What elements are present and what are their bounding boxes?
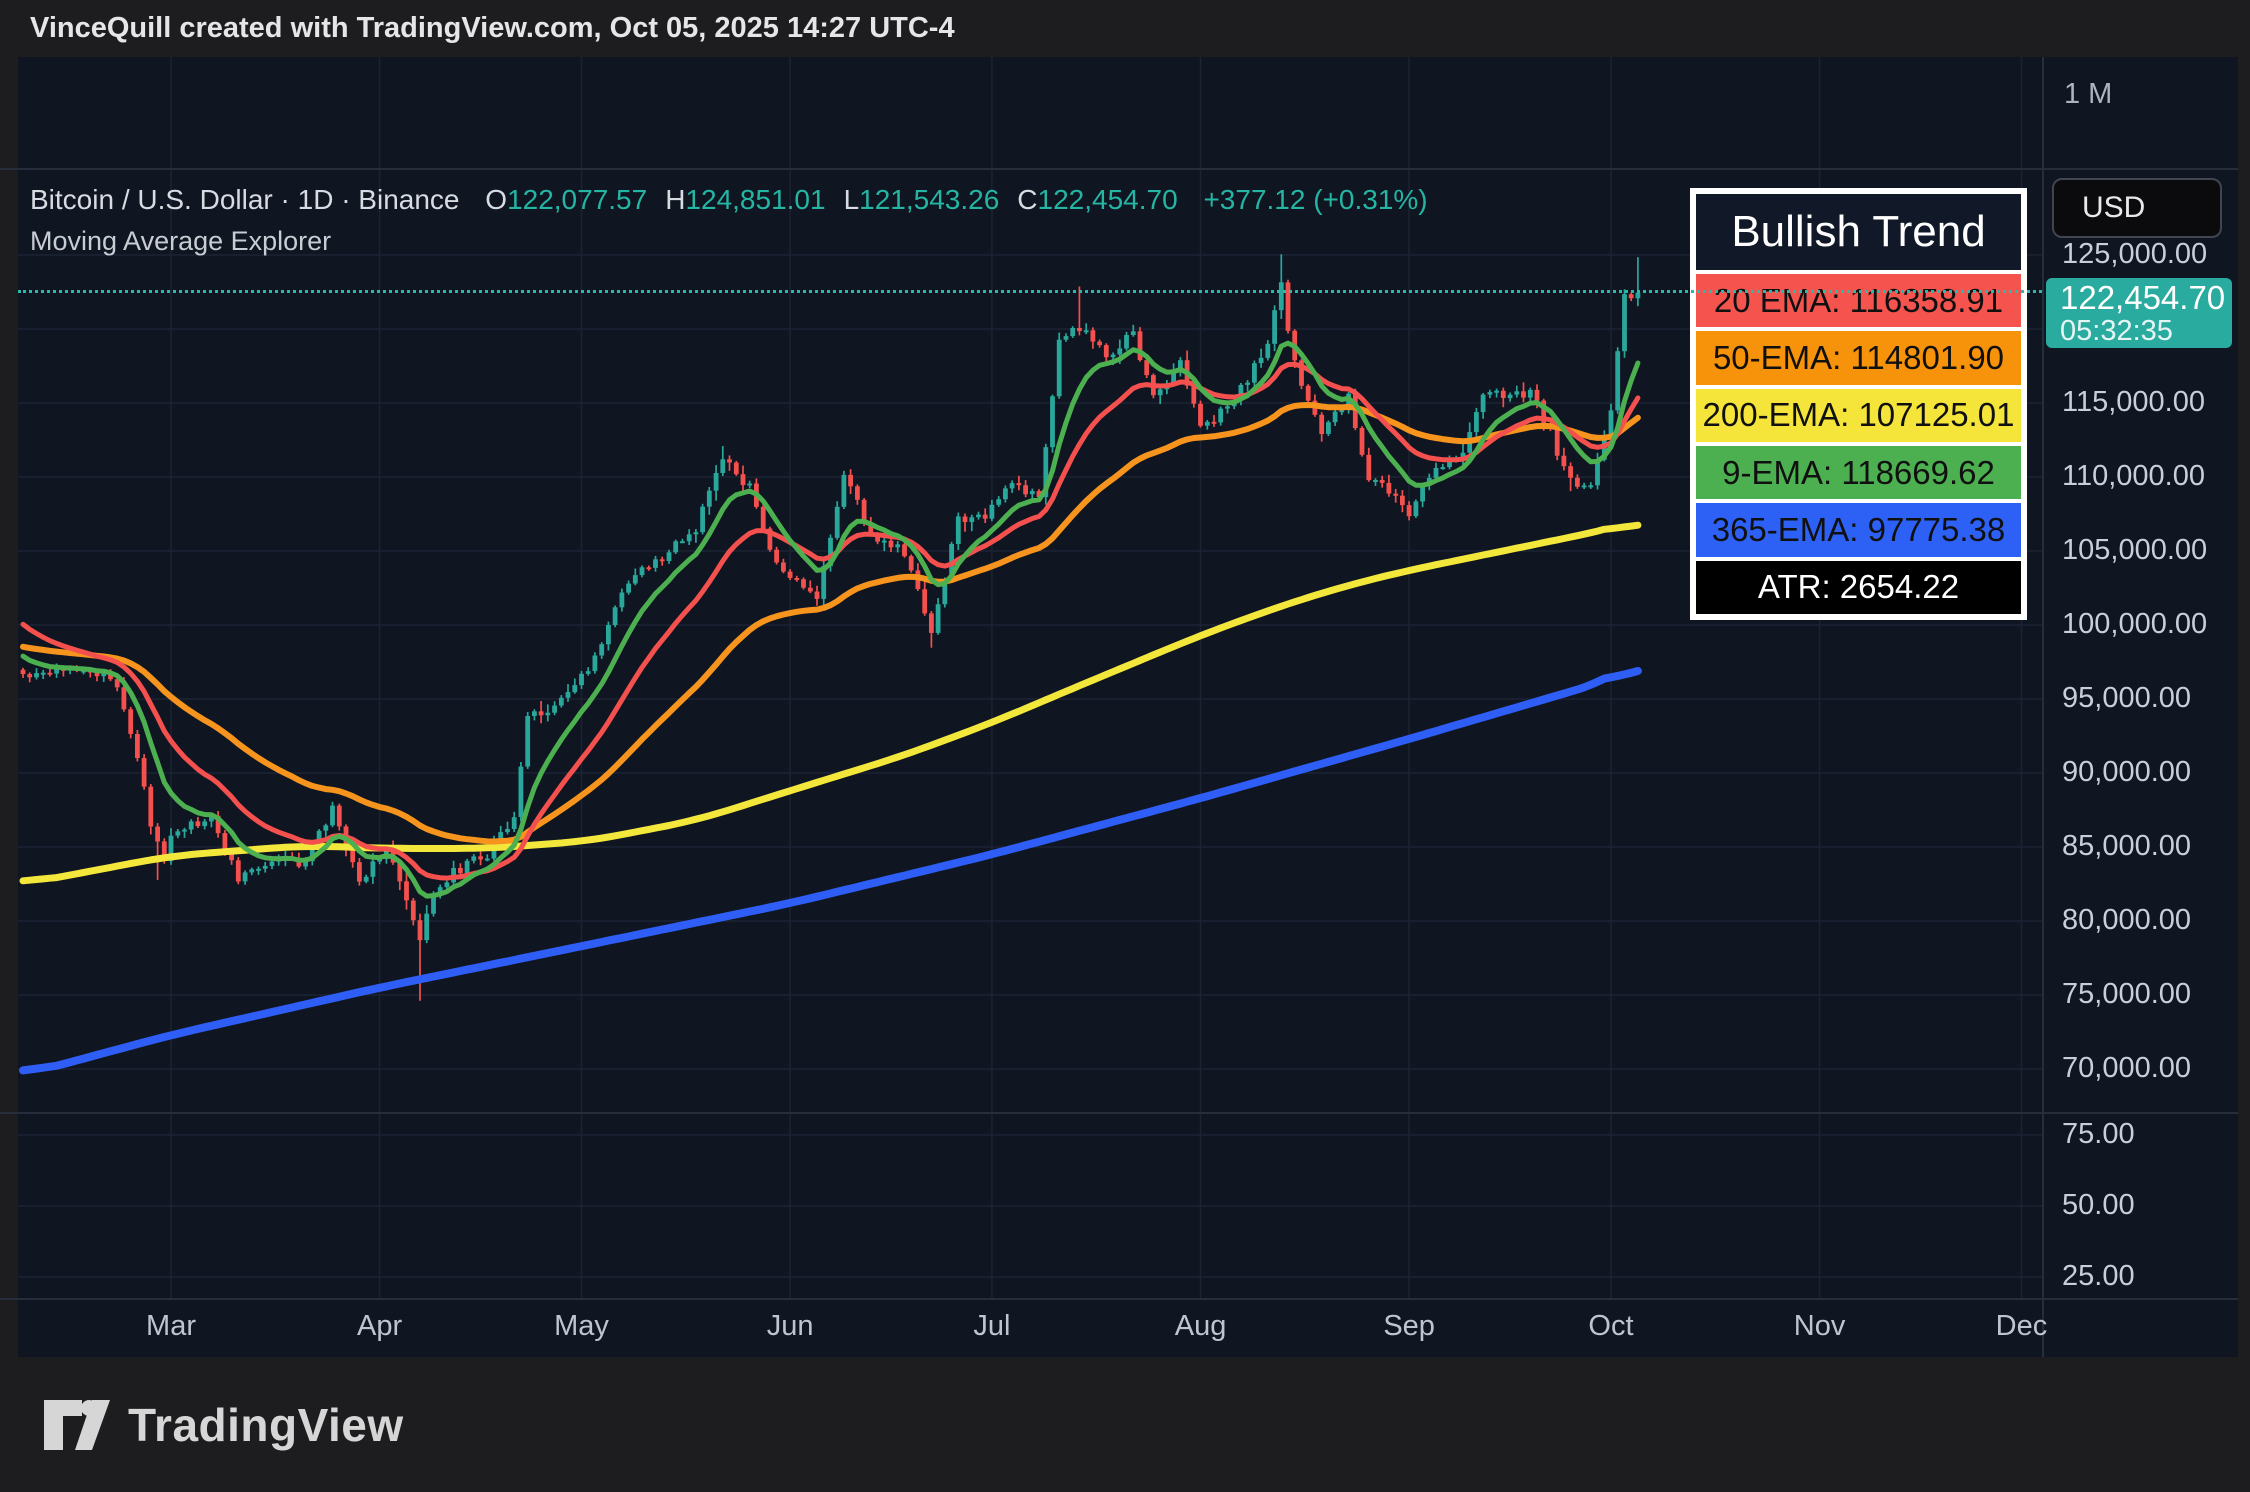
ema-value-rows: 20 EMA: 116358.91 50-EMA: 114801.90 200-EM…	[1696, 274, 2021, 614]
change-value: +377.12 (+0.31%)	[1203, 184, 1428, 215]
tradingview-window: VinceQuill created with TradingView.com,…	[0, 0, 2250, 1492]
last-price: 122,454.70	[2060, 279, 2226, 316]
price-tick: 110,000.00	[2062, 460, 2205, 492]
right-margin-strip	[2238, 57, 2250, 1357]
left-margin-strip	[0, 57, 18, 1357]
lower-pane-tick: 50.00	[2062, 1189, 2135, 1221]
brand-name[interactable]: TradingView	[128, 1398, 404, 1452]
symbol-description[interactable]: Bitcoin / U.S. Dollar · 1D · Binance	[30, 184, 460, 215]
price-tick: 75,000.00	[2062, 978, 2192, 1010]
time-tick-mar: Mar	[146, 1310, 197, 1342]
time-tick-may: May	[554, 1310, 609, 1342]
price-axis-border[interactable]	[2042, 57, 2044, 1357]
price-tick: 90,000.00	[2062, 756, 2192, 788]
pane-divider-main[interactable]	[0, 1112, 2238, 1114]
trend-status-label: Bullish Trend	[1696, 194, 2021, 270]
chart-title-bar: VinceQuill created with TradingView.com,…	[0, 0, 2250, 57]
footer: TradingView	[0, 1357, 2250, 1492]
indicator-name[interactable]: Moving Average Explorer	[30, 226, 1428, 257]
last-price-badge: 122,454.70 05:32:35	[2046, 278, 2232, 348]
time-tick-oct: Oct	[1588, 1310, 1634, 1342]
currency-toggle-button[interactable]: USD	[2052, 178, 2222, 238]
pane-divider-top[interactable]	[0, 168, 2238, 170]
time-tick-sep: Sep	[1383, 1310, 1435, 1342]
time-tick-nov: Nov	[1793, 1310, 1846, 1342]
price-tick: 70,000.00	[2062, 1052, 2192, 1084]
legend-symbol-row: Bitcoin / U.S. Dollar · 1D · Binance O12…	[30, 184, 1428, 216]
panel-row: 365-EMA: 97775.38	[1696, 503, 2021, 557]
price-tick: 85,000.00	[2062, 830, 2192, 862]
panel-row: ATR: 2654.22	[1696, 560, 2021, 614]
pane-divider-bottom[interactable]	[0, 1298, 2238, 1300]
panel-row: 200-EMA: 107125.01	[1696, 388, 2021, 442]
ohlc-O: O122,077.57	[485, 184, 648, 215]
time-tick-apr: Apr	[357, 1310, 403, 1342]
panel-row: 9-EMA: 118669.62	[1696, 445, 2021, 500]
time-tick-aug: Aug	[1174, 1310, 1227, 1342]
time-tick-jul: Jul	[973, 1310, 1011, 1342]
lower-pane-tick: 75.00	[2062, 1118, 2135, 1150]
price-tick: 80,000.00	[2062, 904, 2192, 936]
lower-pane-tick: 25.00	[2062, 1260, 2135, 1292]
ohlc-H: H124,851.01	[665, 184, 826, 215]
tradingview-logo-icon[interactable]	[44, 1399, 110, 1451]
price-tick: 105,000.00	[2062, 534, 2208, 566]
ohlc-L: L121,543.26	[843, 184, 1000, 215]
ohlc-values: O122,077.57 H124,851.01 L121,543.26 C122,45…	[467, 184, 1177, 215]
upper-pane-scale-label: 1 M	[2064, 78, 2113, 110]
price-tick: 95,000.00	[2062, 682, 2192, 714]
panel-row: 50-EMA: 114801.90	[1696, 331, 2021, 385]
bar-countdown: 05:32:35	[2060, 315, 2173, 347]
ohlc-C: C122,454.70	[1017, 184, 1178, 215]
panel-row: 20 EMA: 116358.91	[1696, 274, 2021, 328]
time-tick-dec: Dec	[1995, 1310, 2048, 1342]
candles	[20, 254, 1641, 1001]
price-tick: 125,000.00	[2062, 238, 2208, 270]
page-title: VinceQuill created with TradingView.com,…	[30, 12, 955, 44]
bullish-trend-panel: Bullish Trend 20 EMA: 116358.91 50-EMA: 1…	[1690, 188, 2027, 620]
last-price-dotted-line	[18, 290, 2042, 293]
legend: Bitcoin / U.S. Dollar · 1D · Binance O12…	[30, 184, 1428, 257]
price-tick: 115,000.00	[2062, 386, 2205, 418]
price-tick: 100,000.00	[2062, 608, 2208, 640]
time-tick-jun: Jun	[766, 1310, 814, 1342]
ema-line-20	[20, 361, 1641, 881]
